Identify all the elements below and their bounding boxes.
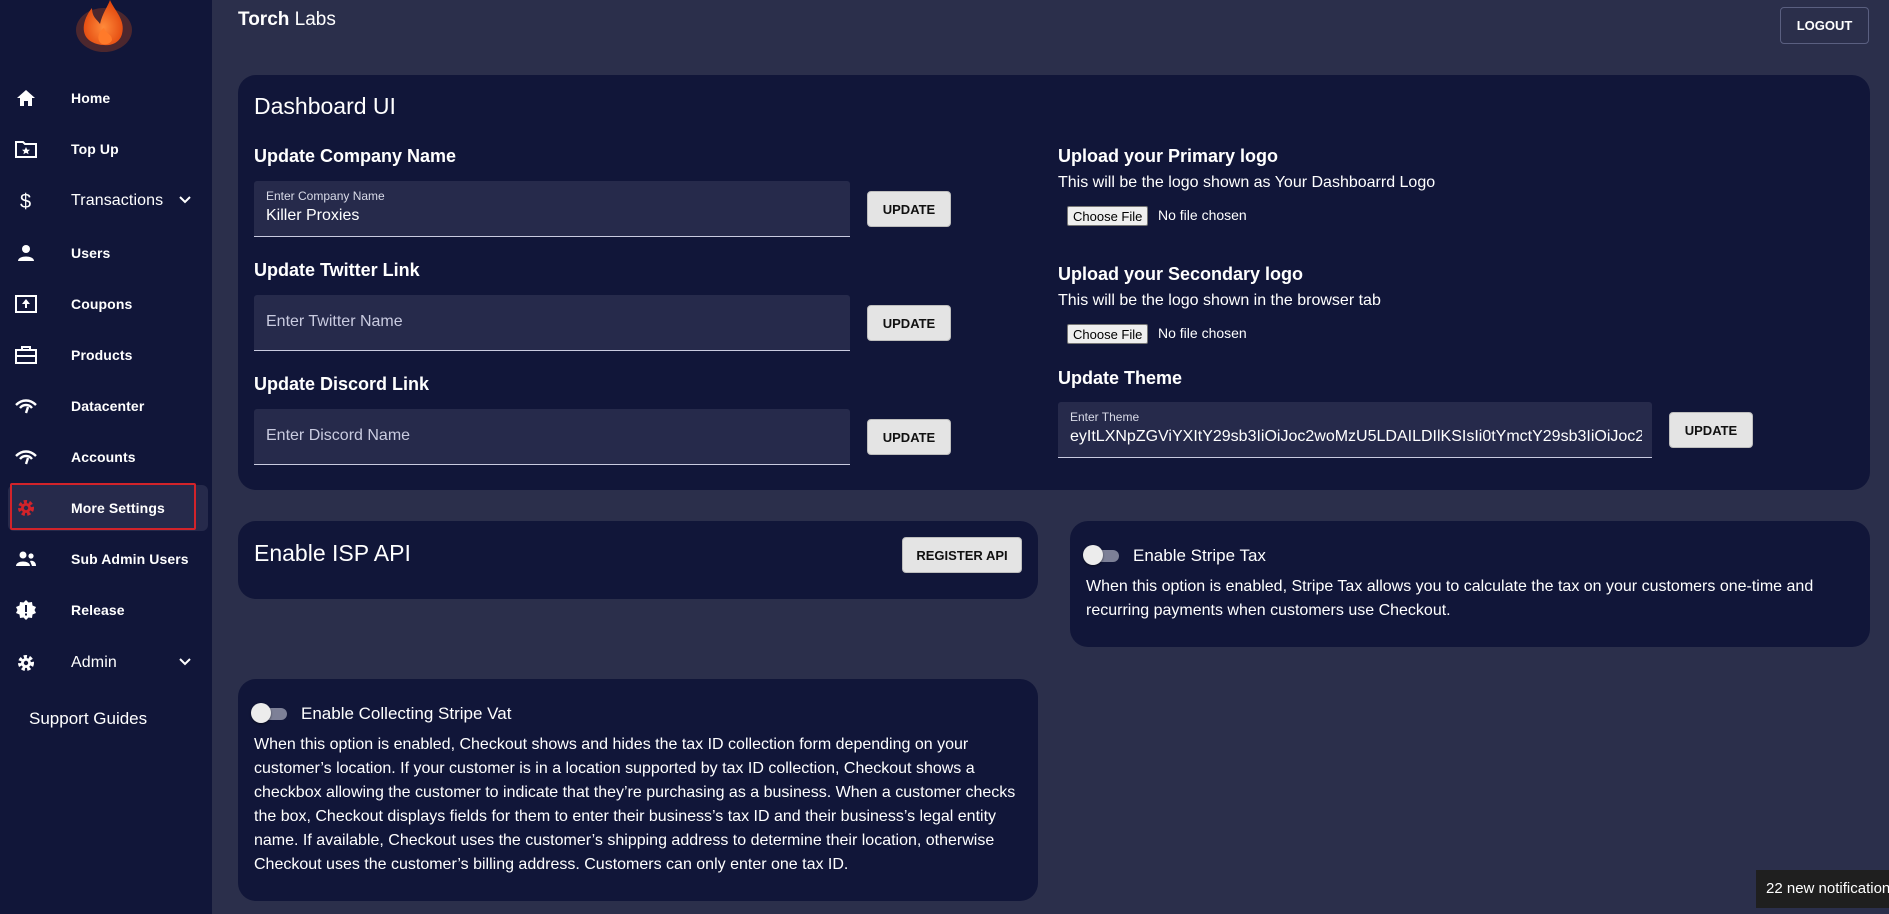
brand-rest: Labs (289, 9, 336, 30)
sidebar-item-label: Transactions (71, 192, 164, 209)
sidebar-item-label: Home (71, 90, 111, 106)
torch-flame-logo (74, 0, 134, 56)
stripe-tax-desc: When this option is enabled, Stripe Tax … (1086, 578, 1814, 619)
discord-name-input[interactable]: Enter Discord Name (254, 409, 850, 465)
discord-link-heading: Update Discord Link (254, 374, 430, 394)
register-api-button[interactable]: REGISTER API (902, 537, 1022, 573)
primary-logo-file-status: No file chosen (1158, 207, 1247, 223)
sidebar-item-label: Top Up (71, 141, 119, 157)
folder-star-icon (14, 138, 38, 160)
sidebar-item-coupons[interactable]: Coupons (8, 281, 208, 327)
chevron-down-icon (178, 193, 192, 207)
wifi-icon (14, 395, 38, 417)
sidebar-item-home[interactable]: Home (8, 75, 208, 121)
users-icon (14, 548, 38, 570)
sidebar-item-label: Admin (71, 654, 117, 671)
wifi-icon (14, 446, 38, 468)
alert-badge-icon (14, 599, 38, 621)
support-guides-link[interactable]: Support Guides (29, 709, 147, 729)
gear-icon (14, 497, 38, 519)
user-icon (14, 242, 38, 264)
sidebar-item-transactions[interactable]: $ Transactions (8, 178, 208, 224)
discord-placeholder: Enter Discord Name (266, 427, 411, 444)
company-name-value: Killer Proxies (266, 207, 360, 224)
sidebar-item-products[interactable]: Products (8, 332, 208, 378)
sidebar-item-more-settings[interactable]: More Settings (8, 485, 208, 531)
sidebar-item-label: Products (71, 347, 133, 363)
stripe-tax-toggle[interactable] (1083, 545, 1121, 565)
dashboard-ui-card: Dashboard UI Update Company Name Enter C… (238, 75, 1870, 490)
sidebar-item-datacenter[interactable]: Datacenter (8, 383, 208, 429)
theme-heading: Update Theme (1058, 368, 1183, 388)
sidebar-item-users[interactable]: Users (8, 230, 208, 276)
stripe-vat-desc: When this option is enabled, Checkout sh… (254, 736, 1016, 873)
toggle-knob (1083, 545, 1103, 565)
sidebar: Home Top Up $ Transactions Users Coupons… (0, 0, 212, 914)
sidebar-item-label: More Settings (71, 500, 165, 516)
sidebar-item-label: Sub Admin Users (71, 551, 189, 567)
notification-toast[interactable]: 22 new notifications (1756, 870, 1889, 908)
stripe-tax-card: Enable Stripe Tax When this option is en… (1070, 521, 1870, 647)
svg-text:$: $ (20, 191, 31, 212)
sidebar-item-top-up[interactable]: Top Up (8, 126, 208, 172)
company-name-field[interactable]: Enter Company Name Killer Proxies (254, 181, 850, 237)
toggle-knob (251, 703, 271, 723)
brand-title: Torch Labs (238, 9, 336, 31)
twitter-placeholder: Enter Twitter Name (266, 313, 403, 330)
secondary-logo-file-status: No file chosen (1158, 325, 1247, 341)
company-name-heading: Update Company Name (254, 146, 457, 166)
sidebar-item-label: Coupons (71, 296, 133, 312)
theme-input[interactable]: Enter Theme eyItLXNpZGViYXItY29sb3IiOiJo… (1058, 402, 1652, 458)
sidebar-item-label: Users (71, 245, 111, 261)
sidebar-item-sub-admin-users[interactable]: Sub Admin Users (8, 536, 208, 582)
theme-label: Enter Theme (1070, 410, 1140, 424)
brand-bold: Torch (238, 9, 290, 30)
home-icon (14, 87, 38, 109)
stripe-vat-card: Enable Collecting Stripe Vat When this o… (238, 679, 1038, 901)
dollar-icon: $ (14, 190, 38, 212)
upload-box-icon (14, 293, 38, 315)
dashboard-ui-title: Dashboard UI (254, 93, 396, 119)
primary-logo-choose-file-button[interactable]: Choose File (1067, 206, 1149, 226)
primary-logo-heading: Upload your Primary logo (1058, 146, 1279, 166)
sidebar-item-admin[interactable]: Admin (8, 640, 208, 686)
secondary-logo-choose-file-button[interactable]: Choose File (1067, 324, 1149, 344)
secondary-logo-desc: This will be the logo shown in the brows… (1058, 292, 1381, 309)
twitter-name-input[interactable]: Enter Twitter Name (254, 295, 850, 351)
isp-api-card: Enable ISP API REGISTER API (238, 521, 1038, 599)
logout-button[interactable]: LOGOUT (1780, 7, 1869, 44)
update-company-button[interactable]: UPDATE (867, 191, 951, 227)
sidebar-item-label: Accounts (71, 449, 136, 465)
sidebar-item-label: Release (71, 602, 125, 618)
company-name-label: Enter Company Name (266, 189, 385, 203)
chevron-down-icon (178, 655, 192, 669)
briefcase-icon (14, 344, 38, 366)
update-twitter-button[interactable]: UPDATE (867, 305, 951, 341)
secondary-logo-heading: Upload your Secondary logo (1058, 264, 1304, 284)
stripe-vat-toggle[interactable] (251, 703, 289, 723)
update-discord-button[interactable]: UPDATE (867, 419, 951, 455)
update-theme-button[interactable]: UPDATE (1669, 412, 1753, 448)
isp-api-title: Enable ISP API (254, 540, 411, 566)
stripe-tax-label: Enable Stripe Tax (1133, 546, 1266, 565)
stripe-vat-label: Enable Collecting Stripe Vat (301, 704, 512, 723)
twitter-link-heading: Update Twitter Link (254, 260, 420, 280)
primary-logo-desc: This will be the logo shown as Your Dash… (1058, 174, 1436, 191)
sidebar-item-label: Datacenter (71, 398, 145, 414)
theme-value: eyItLXNpZGViYXItY29sb3IiOiJoc2woMzU5LDAI… (1070, 428, 1642, 445)
sidebar-item-accounts[interactable]: Accounts (8, 434, 208, 480)
sidebar-item-release[interactable]: Release (8, 587, 208, 633)
gear-icon (14, 652, 38, 674)
